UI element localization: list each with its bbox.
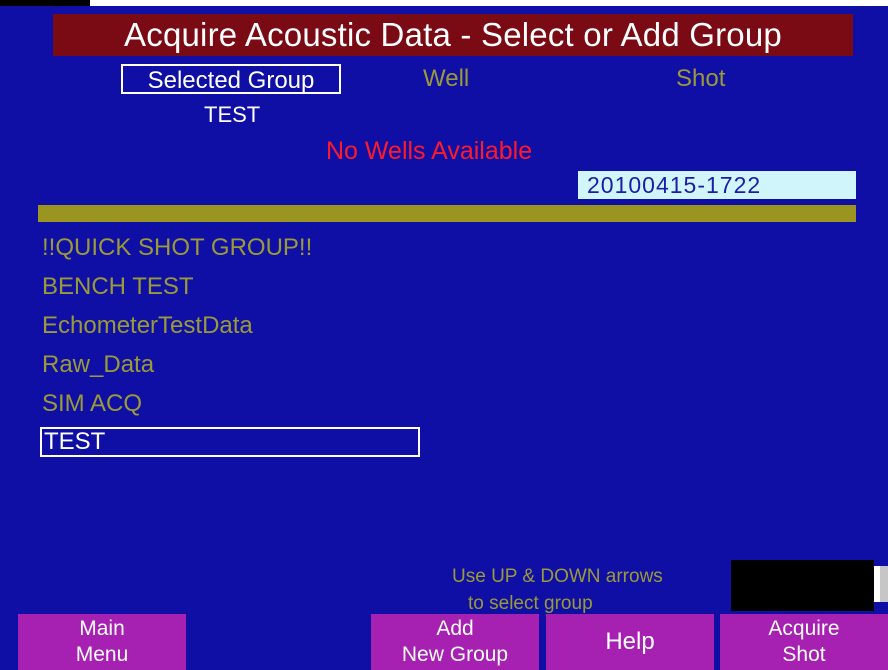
group-list-item[interactable]: Raw_Data — [40, 345, 420, 384]
column-header-shot: Shot — [676, 65, 726, 92]
status-message: No Wells Available — [326, 137, 533, 165]
page-title: Acquire Acoustic Data - Select or Add Gr… — [53, 14, 853, 56]
main-menu-button[interactable]: Main Menu — [18, 614, 186, 670]
hint-line-2: to select group — [468, 593, 593, 614]
help-button[interactable]: Help — [546, 614, 714, 670]
column-header-well: Well — [423, 65, 470, 92]
top-strip-dark — [0, 0, 90, 6]
column-header-selected-group: Selected Group — [121, 64, 341, 94]
help-label: Help — [605, 628, 655, 655]
hint-line-1: Use UP & DOWN arrows — [452, 566, 663, 587]
group-list: !!QUICK SHOT GROUP!! BENCH TEST Echomete… — [40, 228, 420, 457]
group-list-item[interactable]: !!QUICK SHOT GROUP!! — [40, 228, 420, 267]
acquire-shot-label-1: Acquire — [768, 617, 840, 640]
add-new-group-button[interactable]: Add New Group — [371, 614, 539, 670]
group-list-item-selected[interactable]: TEST — [40, 427, 420, 457]
group-list-item[interactable]: BENCH TEST — [40, 267, 420, 306]
selected-group-value: TEST — [204, 102, 261, 127]
acquire-shot-button[interactable]: Acquire Shot — [720, 614, 888, 670]
main-menu-label-1: Main — [79, 617, 125, 640]
add-group-label-1: Add — [436, 617, 474, 640]
main-menu-label-2: Menu — [75, 643, 129, 666]
side-tab-nub — [874, 566, 880, 602]
indicator-box — [731, 560, 874, 611]
add-group-label-2: New Group — [401, 643, 509, 666]
date-code-field: 20100415-1722 — [578, 171, 856, 199]
acquire-shot-label-2: Shot — [782, 643, 826, 666]
side-tab — [874, 566, 888, 602]
top-strip — [0, 0, 888, 6]
navigation-hint: Use UP & DOWN arrows to select group — [452, 563, 722, 617]
group-list-item[interactable]: SIM ACQ — [40, 384, 420, 423]
group-list-item[interactable]: EchometerTestData — [40, 306, 420, 345]
divider-bar — [38, 205, 856, 222]
